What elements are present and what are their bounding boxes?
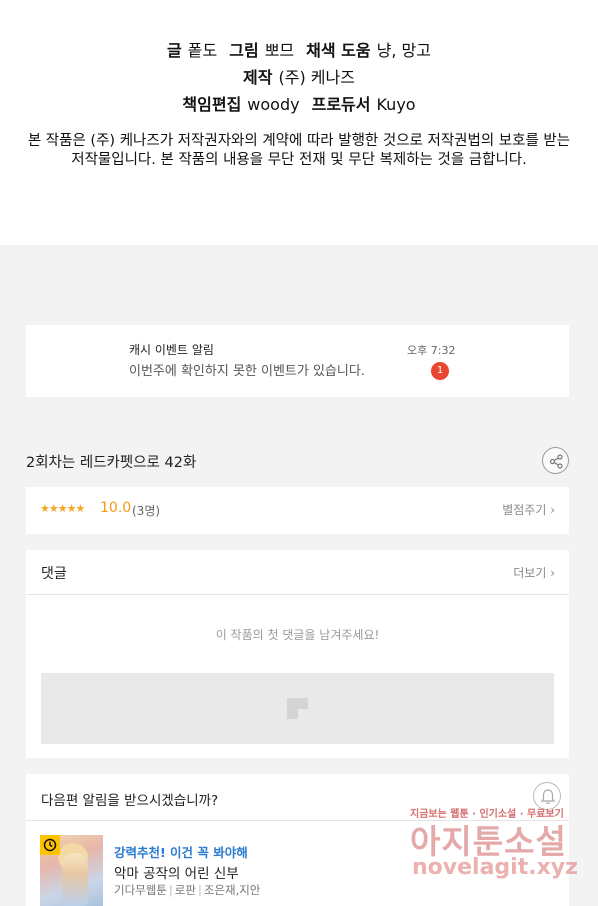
wait-free-badge [40,835,60,855]
credits-line-3: 책임편집 woody 프로듀서 Kuyo [0,91,598,115]
rating-stars: ★★★★★ [40,502,85,515]
divider [26,820,569,821]
cash-event-message: 이번주에 확인하지 못한 이벤트가 있습니다. [129,364,365,379]
ad-placeholder-icon [287,698,308,719]
bell-icon [540,789,556,804]
credits-line-1: 글 퐅도 그림 뽀므 채색 도움 냥, 망고 [0,37,598,61]
credits-line-2: 제작 (주) 케나즈 [0,64,598,88]
recommend-authors: 조은재,지안 [203,883,261,897]
credit-value-production: (주) 케나즈 [278,68,355,87]
cash-event-badge: 1 [431,362,449,380]
credit-label-color: 채색 도움 [306,41,371,60]
credit-label-production: 제작 [243,68,273,87]
recommend-thumbnail[interactable] [40,835,103,906]
cash-event-card[interactable]: 캐시 이벤트 알림 오후 7:32 이번주에 확인하지 못한 이벤트가 있습니다… [26,325,569,397]
cash-event-time: 오후 7:32 [407,344,456,357]
recommend-label: 강력추천! 이건 꼭 봐야해 [114,845,248,860]
credits-section: 글 퐅도 그림 뽀므 채색 도움 냥, 망고 제작 (주) 케나즈 책임편집 woody 프로듀… [0,0,598,245]
rating-votes: (3명) [132,504,161,518]
ad-banner[interactable] [41,673,554,744]
recommend-genre: 기다무웹툰 [114,883,167,897]
rating-card: ★★★★★ 10.0 (3명) 별점주기 › [26,487,569,534]
rating-score: 10.0 [100,500,132,516]
cash-event-title: 캐시 이벤트 알림 [129,343,214,357]
comments-more-button[interactable]: 더보기 › [513,564,555,581]
credit-label-editor: 책임편집 [182,95,242,114]
share-icon [549,454,563,469]
comments-empty-message: 이 작품의 첫 댓글을 남겨주세요! [215,628,380,642]
comments-header: 댓글 더보기 › [26,550,569,595]
episode-title: 2회차는 레드카펫으로 42화 [26,455,197,471]
credit-value-producer: Kuyo [376,95,416,114]
copyright-notice: 본 작품은 (주) 케나즈가 저작권자와의 계약에 따라 발행한 것으로 저작권… [27,133,571,168]
comments-card: 댓글 더보기 › 이 작품의 첫 댓글을 남겨주세요! [26,550,569,758]
recommend-title[interactable]: 악마 공작의 어린 신부 [114,862,239,882]
next-episode-alert-card: 다음편 알림을 받으시겠습니까? 강력추천! 이건 꼭 봐야해 악마 공작의 어… [26,774,569,906]
share-button[interactable] [542,447,569,474]
comments-title: 댓글 [41,566,67,582]
rate-button[interactable]: 별점주기 › [502,501,555,518]
credit-value-art: 뽀므 [264,41,295,60]
credit-value-editor: woody [247,95,300,114]
next-alert-question: 다음편 알림을 받으시겠습니까? [41,793,219,809]
credit-label-art: 그림 [229,41,259,60]
recommend-category: 로판 [174,883,196,897]
credit-value-color: 냥, 망고 [376,41,431,60]
bell-button[interactable] [533,782,561,810]
credit-label-writer: 글 [167,41,182,60]
recommend-meta: 기다무웹툰 | 로판 | 조은재,지안 [114,883,261,897]
credit-label-producer: 프로듀서 [311,95,371,114]
credit-value-writer: 퐅도 [187,41,218,60]
clock-icon [43,838,57,852]
